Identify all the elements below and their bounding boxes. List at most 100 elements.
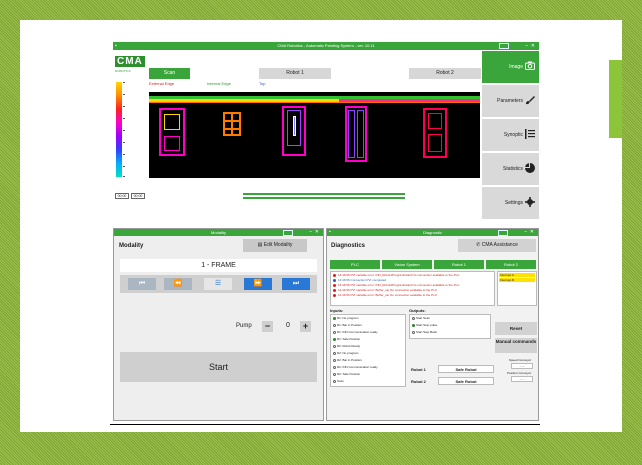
gear-icon bbox=[525, 197, 535, 209]
legend-external-edge: External Edge bbox=[149, 81, 175, 86]
slide-footer-rule bbox=[110, 424, 540, 425]
signal-label: R2: Robot Ready bbox=[337, 344, 361, 348]
input-signal-row: R2: INN Communication ready bbox=[333, 365, 378, 369]
main-titlebar: ▪ CMA Robotics - Automatic Painting Syst… bbox=[113, 42, 539, 50]
main-window-title: CMA Robotics - Automatic Painting System… bbox=[277, 43, 375, 48]
cma-logo: CMA ROBOTICS bbox=[115, 51, 145, 73]
log-row: 14:46:56 PVI variable error: Buffer_var … bbox=[333, 293, 437, 297]
status-led-icon bbox=[333, 323, 336, 327]
restore-box[interactable] bbox=[498, 230, 508, 236]
status-led-icon bbox=[333, 337, 336, 341]
cma-assistance-button[interactable]: ✆ CMA Assistance bbox=[458, 239, 536, 252]
window-frame-5-pane bbox=[428, 113, 442, 129]
status-led-icon bbox=[333, 365, 336, 369]
warning-item: Interrupt B bbox=[499, 278, 535, 282]
window-frame-5-pane-lower bbox=[428, 134, 442, 152]
window-controls[interactable]: – ✕ bbox=[524, 229, 534, 236]
status-led-icon bbox=[333, 330, 336, 334]
tab-robot-1[interactable]: Robot 1 bbox=[259, 68, 331, 79]
status-led-icon bbox=[333, 351, 336, 355]
status-led-icon bbox=[333, 316, 336, 320]
pump-decrement-button[interactable]: − bbox=[262, 321, 273, 332]
sidebar-item-parameters[interactable]: Parameters bbox=[482, 85, 539, 117]
log-row: 14:46:56 Connection PVI completed bbox=[333, 278, 386, 282]
list-view-icon: ☰ bbox=[214, 280, 222, 287]
cma-assistance-label: CMA Assistance bbox=[481, 242, 518, 248]
next-frame-button[interactable]: ⏩ bbox=[244, 278, 272, 290]
sidebar-item-statistics[interactable]: Statistics bbox=[482, 153, 539, 185]
diagnostics-titlebar: ▪ Diagnostic – ✕ bbox=[327, 229, 538, 236]
status-led-icon bbox=[412, 316, 415, 320]
warning-item: Interrupt A bbox=[499, 273, 535, 277]
manual-commands-button[interactable]: Manual commands bbox=[495, 338, 537, 353]
log-time: 14:46:56 bbox=[338, 273, 350, 277]
fast-forward-icon: ⏩ bbox=[253, 280, 263, 287]
skip-back-icon: ⏮ bbox=[138, 280, 146, 287]
modality-heading: Modality bbox=[119, 243, 144, 249]
log-time: 14:46:56 bbox=[338, 283, 350, 287]
pump-increment-button[interactable]: + bbox=[300, 321, 311, 332]
last-frame-button[interactable]: ⏭ bbox=[282, 278, 310, 290]
error-icon bbox=[333, 273, 336, 277]
info-icon bbox=[333, 278, 336, 282]
reset-button[interactable]: Reset bbox=[495, 322, 537, 335]
output-signal-row: Start Step Back bbox=[412, 330, 437, 334]
position-conveyor-label: Position Conveyor bbox=[507, 371, 532, 375]
tab-robot-1[interactable]: Robot 1 bbox=[434, 260, 484, 269]
sidebar-item-synoptic[interactable]: Synoptic bbox=[482, 119, 539, 151]
position-conveyor-field: - - - bbox=[511, 376, 533, 382]
frame-list-button[interactable]: ☰ bbox=[204, 278, 232, 290]
error-icon bbox=[333, 288, 336, 292]
sidebar: Image Parameters Synoptic Statistics Set… bbox=[482, 51, 539, 221]
restore-box[interactable] bbox=[499, 43, 509, 49]
outputs-list[interactable]: Start Scan Start Stop pulse Start Step Bac… bbox=[409, 314, 491, 339]
window-controls[interactable]: – ✕ bbox=[525, 42, 535, 50]
previous-frame-button[interactable]: ⏪ bbox=[164, 278, 192, 290]
inputs-list[interactable]: R1: No program R1: Bar in Position R1: INN… bbox=[330, 314, 406, 387]
tab-robot-2[interactable]: Robot 2 bbox=[409, 68, 481, 79]
error-icon bbox=[333, 293, 336, 297]
signal-label: R2: INN Communication ready bbox=[337, 365, 378, 369]
sidebar-item-image[interactable]: Image bbox=[482, 51, 539, 83]
legend-top: Top bbox=[259, 81, 266, 86]
log-time: 14:46:56 bbox=[338, 288, 350, 292]
start-button[interactable]: Start bbox=[120, 352, 317, 382]
restore-box[interactable] bbox=[283, 230, 293, 236]
status-led-icon bbox=[333, 379, 336, 383]
signal-label: Scan bbox=[337, 379, 344, 383]
signal-label: Start Stop pulse bbox=[416, 323, 438, 327]
sidebar-item-label: Parameters bbox=[497, 98, 523, 104]
safe-robot-1-button[interactable]: Safe Robot bbox=[438, 365, 494, 373]
tab-plc[interactable]: PLC bbox=[330, 260, 380, 269]
log-message: PVI variable error: INN_Robot2ProgramFai… bbox=[350, 283, 460, 287]
window-frame-3-handle bbox=[293, 116, 296, 136]
robot-2-label: Robot 2 bbox=[411, 379, 426, 384]
window-frame-1-pane bbox=[164, 114, 180, 130]
sidebar-item-settings[interactable]: Settings bbox=[482, 187, 539, 219]
input-signal-row: R1: Bar in Position bbox=[333, 323, 362, 327]
camera-icon bbox=[525, 61, 535, 72]
window-frame-4-pane-a bbox=[348, 110, 355, 158]
window-controls[interactable]: – ✕ bbox=[309, 229, 319, 236]
input-signal-row: R2: Bar in Position bbox=[333, 358, 362, 362]
scan-line-orange bbox=[149, 102, 480, 103]
first-frame-button[interactable]: ⏮ bbox=[128, 278, 156, 290]
tab-scan[interactable]: Scan bbox=[149, 68, 190, 79]
log-row: 14:46:56 PVI variable error: INN_Robot1P… bbox=[333, 273, 459, 277]
speed-conveyor-label: Speed Conveyor bbox=[509, 358, 532, 362]
signal-label: R2: Bar in Position bbox=[337, 358, 362, 362]
safe-robot-2-button[interactable]: Safe Robot bbox=[438, 377, 494, 385]
signal-label: R1: No program bbox=[337, 316, 359, 320]
edit-modality-button[interactable]: ▤ Edit Modality bbox=[243, 239, 307, 252]
progress-lines bbox=[243, 193, 405, 201]
log-row: 14:46:56 PVI variable error: Buffer_var … bbox=[333, 288, 437, 292]
warning-list: Interrupt A Interrupt B bbox=[497, 271, 537, 306]
depth-color-scale bbox=[116, 82, 122, 177]
input-signal-row: R2: Safe Position bbox=[333, 372, 360, 376]
legend-internal-edge: Internal Edge bbox=[207, 81, 231, 86]
scan-image-view[interactable] bbox=[149, 92, 480, 178]
tab-vision-system[interactable]: Vision System bbox=[382, 260, 432, 269]
input-signal-row: R2: Robot Ready bbox=[333, 344, 360, 348]
tab-robot-2[interactable]: Robot 2 bbox=[486, 260, 536, 269]
event-log[interactable]: 14:46:56 PVI variable error: INN_Robot1P… bbox=[330, 271, 495, 306]
